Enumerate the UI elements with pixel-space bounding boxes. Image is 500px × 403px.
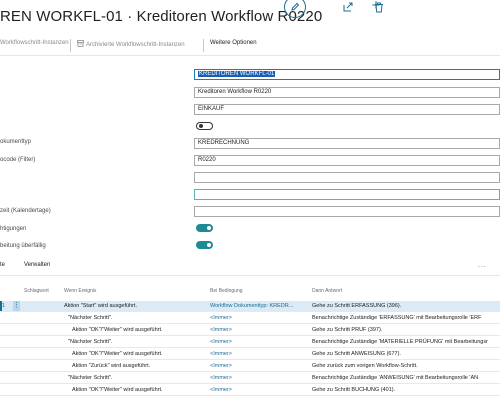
row-event: Aktion "Start" wird ausgeführt. <box>64 303 137 309</box>
table-row[interactable]: 1 ⋮ Aktion "Start" wird ausgeführt. Work… <box>0 301 500 312</box>
row-condition[interactable]: Workflow Dokumenttyp: KREDR... <box>210 303 293 309</box>
more-options-action[interactable]: Weitere Optionen <box>210 40 257 46</box>
page-title: REN WORKFL-01 · Kreditoren Workflow R022… <box>0 8 323 25</box>
more-options-label: Weitere Optionen <box>210 40 257 46</box>
code-filter-label: ocode (Filter) <box>0 157 36 163</box>
row-response: Gehe zurück zum vorigen Workflow-Schritt… <box>312 363 418 369</box>
column-header-keyword[interactable]: Schlagwort <box>24 288 49 294</box>
column-header-condition[interactable]: Bei Bedingung <box>210 288 243 294</box>
divider <box>0 275 500 276</box>
empty-field-1[interactable] <box>194 172 500 183</box>
divider <box>203 39 204 52</box>
row-response: Gehe zu Schritt ANWEISUNG (677). <box>312 351 401 357</box>
notifications-label: htigungen <box>0 226 27 232</box>
empty-field-2[interactable] <box>194 189 500 200</box>
notifications-toggle[interactable] <box>196 224 213 232</box>
row-condition[interactable]: <Immer> <box>210 387 232 393</box>
row-number: 1 <box>2 303 6 309</box>
row-event: "Nächster Schritt". <box>68 339 113 345</box>
share-icon[interactable] <box>340 0 356 14</box>
divider <box>70 39 71 52</box>
row-response: Benachrichtige Zuständige 'ANWEISUNG' mi… <box>312 375 479 381</box>
overdue-toggle[interactable] <box>196 241 213 249</box>
calendar-days-field[interactable] <box>194 206 500 217</box>
document-type-label: okumenttyp <box>0 139 32 145</box>
row-event: Aktion "OK"/"Weiter" wird ausgeführt. <box>72 351 163 357</box>
row-event: Aktion "OK"/"Weiter" wird ausgeführt. <box>72 327 163 333</box>
category-field[interactable]: EINKAUF <box>194 104 500 115</box>
row-event: Aktion "OK"/"Weiter" wird ausgeführt. <box>72 387 163 393</box>
row-condition[interactable]: <Immer> <box>210 351 232 357</box>
calendar-days-label: zeit (Kalendertage) <box>0 208 51 214</box>
document-type-field[interactable]: KREDRECHNUNG <box>194 138 500 149</box>
description-field[interactable]: Kreditoren Workflow R0220 <box>194 87 500 98</box>
row-condition[interactable]: <Immer> <box>210 327 232 333</box>
row-event: "Nächster Schritt". <box>68 375 113 381</box>
tab-manage[interactable]: Verwalten <box>24 262 50 268</box>
row-response: Gehe zu Schritt ERFASSUNG (396). <box>312 303 402 309</box>
table-row[interactable]: Aktion "OK"/"Weiter" wird ausgeführt. <I… <box>0 385 500 396</box>
tab-partial[interactable]: te <box>0 262 5 268</box>
row-condition[interactable]: <Immer> <box>210 339 232 345</box>
table-header: Schlagwort Wenn Ereignis Bei Bedingung D… <box>0 288 500 296</box>
enabled-toggle[interactable] <box>196 122 213 130</box>
code-field[interactable]: KREDITOREN WORKFL-01 <box>194 69 500 80</box>
table-row[interactable]: Aktion "OK"/"Weiter" wird ausgeführt. <I… <box>0 325 500 336</box>
row-response: Benachrichtige Zuständige 'ERFASSUNG' mi… <box>312 315 482 321</box>
more-options-icon[interactable]: ... <box>478 262 487 269</box>
divider <box>0 55 500 56</box>
delete-icon[interactable] <box>371 0 387 15</box>
code-filter-field[interactable]: R0220 <box>194 155 500 166</box>
row-response: Gehe zu Schritt BUCHUNG (401). <box>312 387 396 393</box>
workflow-step-instances-label: Workflowschritt-Instanzen <box>0 40 69 46</box>
row-actions-icon[interactable]: ⋮ <box>13 301 20 311</box>
archived-instances-action[interactable]: Archivierte Workflowschritt-Instanzen <box>77 40 185 49</box>
archive-icon <box>77 40 84 49</box>
table-row[interactable]: Aktion "OK"/"Weiter" wird ausgeführt. <I… <box>0 349 500 360</box>
table-row[interactable]: "Nächster Schritt". <Immer> Benachrichti… <box>0 373 500 384</box>
row-response: Benachrichtige Zuständige 'MATERIELLE PR… <box>312 339 488 345</box>
table-row[interactable]: "Nächster Schritt". <Immer> Benachrichti… <box>0 313 500 324</box>
subpage-tabs: te Verwalten <box>0 262 500 272</box>
column-header-event[interactable]: Wenn Ereignis <box>64 288 96 294</box>
row-response: Gehe zu Schritt PRUF (397). <box>312 327 383 333</box>
row-condition[interactable]: <Immer> <box>210 375 232 381</box>
table-row[interactable]: "Nächster Schritt". <Immer> Benachrichti… <box>0 337 500 348</box>
row-event: Aktion "Zurück" wird ausgeführt. <box>72 363 151 369</box>
workflow-step-instances-action[interactable]: Workflowschritt-Instanzen <box>0 40 69 46</box>
table-row[interactable]: Aktion "Zurück" wird ausgeführt. <Immer>… <box>0 361 500 372</box>
archived-instances-label: Archivierte Workflowschritt-Instanzen <box>86 41 185 48</box>
overdue-label: beitung überfällig <box>0 243 46 249</box>
code-value: KREDITOREN WORKFL-01 <box>198 71 276 77</box>
row-condition[interactable]: <Immer> <box>210 363 232 369</box>
row-condition[interactable]: <Immer> <box>210 315 232 321</box>
column-header-response[interactable]: Dann Antwort <box>312 288 342 294</box>
row-event: "Nächster Schritt". <box>68 315 113 321</box>
